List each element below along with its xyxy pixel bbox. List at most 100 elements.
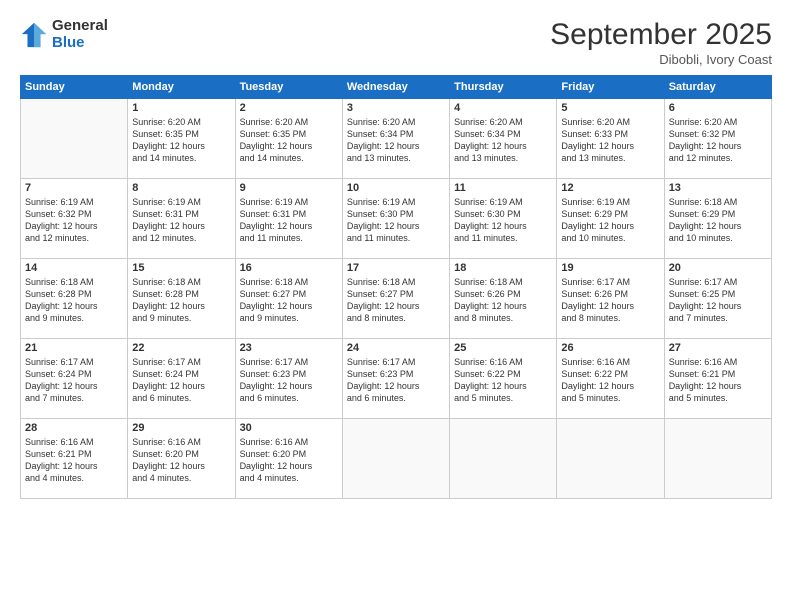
calendar-cell: 24 Sunrise: 6:17 AM Sunset: 6:23 PM Dayli… xyxy=(342,339,449,419)
calendar-cell: 2Sunrise: 6:20 AM Sunset: 6:35 PM Daylig… xyxy=(235,99,342,179)
calendar-cell: 22 Sunrise: 6:17 AM Sunset: 6:24 PM Dayli… xyxy=(128,339,235,419)
day-info: Sunrise: 6:17 AM Sunset: 6:23 PM Dayligh… xyxy=(347,356,445,405)
calendar-cell: 7 Sunrise: 6:19 AM Sunset: 6:32 PM Daylig… xyxy=(21,179,128,259)
day-number: 27 xyxy=(669,342,767,354)
day-number: 20 xyxy=(669,262,767,274)
day-info: Sunrise: 6:17 AM Sunset: 6:25 PM Dayligh… xyxy=(669,276,767,325)
day-info: Sunrise: 6:20 AM Sunset: 6:32 PM Dayligh… xyxy=(669,116,767,165)
day-number: 7 xyxy=(25,182,123,194)
calendar-cell xyxy=(21,99,128,179)
day-info: Sunrise: 6:19 AM Sunset: 6:30 PM Dayligh… xyxy=(454,196,552,245)
day-info: Sunrise: 6:18 AM Sunset: 6:26 PM Dayligh… xyxy=(454,276,552,325)
day-number: 18 xyxy=(454,262,552,274)
calendar-cell: 11 Sunrise: 6:19 AM Sunset: 6:30 PM Dayli… xyxy=(450,179,557,259)
location-subtitle: Dibobli, Ivory Coast xyxy=(550,52,772,67)
calendar-cell: 13 Sunrise: 6:18 AM Sunset: 6:29 PM Dayli… xyxy=(664,179,771,259)
calendar-cell: 19Sunrise: 6:17 AM Sunset: 6:26 PM Dayli… xyxy=(557,259,664,339)
calendar-cell: 21 Sunrise: 6:17 AM Sunset: 6:24 PM Dayli… xyxy=(21,339,128,419)
calendar-cell xyxy=(450,419,557,499)
calendar-cell xyxy=(557,419,664,499)
day-info: Sunrise: 6:19 AM Sunset: 6:29 PM Dayligh… xyxy=(561,196,659,245)
day-info: Sunrise: 6:17 AM Sunset: 6:23 PM Dayligh… xyxy=(240,356,338,405)
day-info: Sunrise: 6:19 AM Sunset: 6:32 PM Dayligh… xyxy=(25,196,123,245)
col-sunday: Sunday xyxy=(21,76,128,99)
calendar-cell: 29 Sunrise: 6:16 AM Sunset: 6:20 PM Dayli… xyxy=(128,419,235,499)
day-info: Sunrise: 6:18 AM Sunset: 6:27 PM Dayligh… xyxy=(347,276,445,325)
day-info: Sunrise: 6:20 AM Sunset: 6:35 PM Dayligh… xyxy=(240,116,338,165)
day-info: Sunrise: 6:17 AM Sunset: 6:26 PM Dayligh… xyxy=(561,276,659,325)
logo-icon xyxy=(20,21,48,49)
title-area: September 2025 Dibobli, Ivory Coast xyxy=(550,18,772,67)
col-monday: Monday xyxy=(128,76,235,99)
calendar-cell: 20 Sunrise: 6:17 AM Sunset: 6:25 PM Dayli… xyxy=(664,259,771,339)
day-info: Sunrise: 6:19 AM Sunset: 6:31 PM Dayligh… xyxy=(240,196,338,245)
day-number: 25 xyxy=(454,342,552,354)
day-number: 14 xyxy=(25,262,123,274)
day-number: 23 xyxy=(240,342,338,354)
day-number: 22 xyxy=(132,342,230,354)
calendar-cell: 26 Sunrise: 6:16 AM Sunset: 6:22 PM Dayli… xyxy=(557,339,664,419)
day-number: 26 xyxy=(561,342,659,354)
col-tuesday: Tuesday xyxy=(235,76,342,99)
day-info: Sunrise: 6:18 AM Sunset: 6:28 PM Dayligh… xyxy=(25,276,123,325)
calendar-cell: 15Sunrise: 6:18 AM Sunset: 6:28 PM Dayli… xyxy=(128,259,235,339)
day-info: Sunrise: 6:20 AM Sunset: 6:33 PM Dayligh… xyxy=(561,116,659,165)
day-number: 10 xyxy=(347,182,445,194)
calendar-cell: 30Sunrise: 6:16 AM Sunset: 6:20 PM Dayli… xyxy=(235,419,342,499)
calendar-body: 1 Sunrise: 6:20 AM Sunset: 6:35 PM Daylig… xyxy=(21,99,772,499)
day-number: 5 xyxy=(561,102,659,114)
calendar-cell xyxy=(664,419,771,499)
calendar-cell: 28 Sunrise: 6:16 AM Sunset: 6:21 PM Dayli… xyxy=(21,419,128,499)
day-number: 16 xyxy=(240,262,338,274)
day-info: Sunrise: 6:18 AM Sunset: 6:27 PM Dayligh… xyxy=(240,276,338,325)
day-number: 12 xyxy=(561,182,659,194)
day-number: 9 xyxy=(240,182,338,194)
calendar-table: Sunday Monday Tuesday Wednesday Thursday… xyxy=(20,75,772,499)
day-number: 6 xyxy=(669,102,767,114)
day-info: Sunrise: 6:19 AM Sunset: 6:31 PM Dayligh… xyxy=(132,196,230,245)
logo-blue: Blue xyxy=(52,35,108,52)
header: General Blue September 2025 Dibobli, Ivo… xyxy=(20,18,772,67)
day-info: Sunrise: 6:20 AM Sunset: 6:34 PM Dayligh… xyxy=(347,116,445,165)
calendar-cell: 10 Sunrise: 6:19 AM Sunset: 6:30 PM Dayli… xyxy=(342,179,449,259)
calendar-cell: 1Sunrise: 6:20 AM Sunset: 6:35 PM Daylig… xyxy=(128,99,235,179)
calendar-cell: 3 Sunrise: 6:20 AM Sunset: 6:34 PM Daylig… xyxy=(342,99,449,179)
col-thursday: Thursday xyxy=(450,76,557,99)
calendar-cell: 25Sunrise: 6:16 AM Sunset: 6:22 PM Dayli… xyxy=(450,339,557,419)
calendar-cell: 16 Sunrise: 6:18 AM Sunset: 6:27 PM Dayli… xyxy=(235,259,342,339)
day-info: Sunrise: 6:19 AM Sunset: 6:30 PM Dayligh… xyxy=(347,196,445,245)
calendar-cell: 12 Sunrise: 6:19 AM Sunset: 6:29 PM Dayli… xyxy=(557,179,664,259)
day-number: 11 xyxy=(454,182,552,194)
day-number: 29 xyxy=(132,422,230,434)
day-number: 21 xyxy=(25,342,123,354)
calendar-cell: 6 Sunrise: 6:20 AM Sunset: 6:32 PM Daylig… xyxy=(664,99,771,179)
calendar-cell: 9 Sunrise: 6:19 AM Sunset: 6:31 PM Daylig… xyxy=(235,179,342,259)
day-info: Sunrise: 6:16 AM Sunset: 6:22 PM Dayligh… xyxy=(561,356,659,405)
day-number: 3 xyxy=(347,102,445,114)
calendar-cell: 18 Sunrise: 6:18 AM Sunset: 6:26 PM Dayli… xyxy=(450,259,557,339)
calendar-cell: 23 Sunrise: 6:17 AM Sunset: 6:23 PM Dayli… xyxy=(235,339,342,419)
day-number: 24 xyxy=(347,342,445,354)
calendar-cell: 27 Sunrise: 6:16 AM Sunset: 6:21 PM Dayli… xyxy=(664,339,771,419)
day-number: 13 xyxy=(669,182,767,194)
logo-text: General Blue xyxy=(52,18,108,51)
day-info: Sunrise: 6:16 AM Sunset: 6:20 PM Dayligh… xyxy=(240,436,338,485)
day-number: 17 xyxy=(347,262,445,274)
day-number: 28 xyxy=(25,422,123,434)
day-number: 4 xyxy=(454,102,552,114)
day-info: Sunrise: 6:16 AM Sunset: 6:21 PM Dayligh… xyxy=(25,436,123,485)
day-info: Sunrise: 6:17 AM Sunset: 6:24 PM Dayligh… xyxy=(132,356,230,405)
day-info: Sunrise: 6:16 AM Sunset: 6:21 PM Dayligh… xyxy=(669,356,767,405)
calendar-cell: 14 Sunrise: 6:18 AM Sunset: 6:28 PM Dayli… xyxy=(21,259,128,339)
day-info: Sunrise: 6:17 AM Sunset: 6:24 PM Dayligh… xyxy=(25,356,123,405)
days-of-week-row: Sunday Monday Tuesday Wednesday Thursday… xyxy=(21,76,772,99)
col-wednesday: Wednesday xyxy=(342,76,449,99)
day-info: Sunrise: 6:20 AM Sunset: 6:34 PM Dayligh… xyxy=(454,116,552,165)
calendar-cell: 17 Sunrise: 6:18 AM Sunset: 6:27 PM Dayli… xyxy=(342,259,449,339)
day-info: Sunrise: 6:16 AM Sunset: 6:20 PM Dayligh… xyxy=(132,436,230,485)
day-info: Sunrise: 6:18 AM Sunset: 6:29 PM Dayligh… xyxy=(669,196,767,245)
calendar-cell: 4 Sunrise: 6:20 AM Sunset: 6:34 PM Daylig… xyxy=(450,99,557,179)
page: General Blue September 2025 Dibobli, Ivo… xyxy=(0,0,792,612)
col-saturday: Saturday xyxy=(664,76,771,99)
day-number: 1 xyxy=(132,102,230,114)
